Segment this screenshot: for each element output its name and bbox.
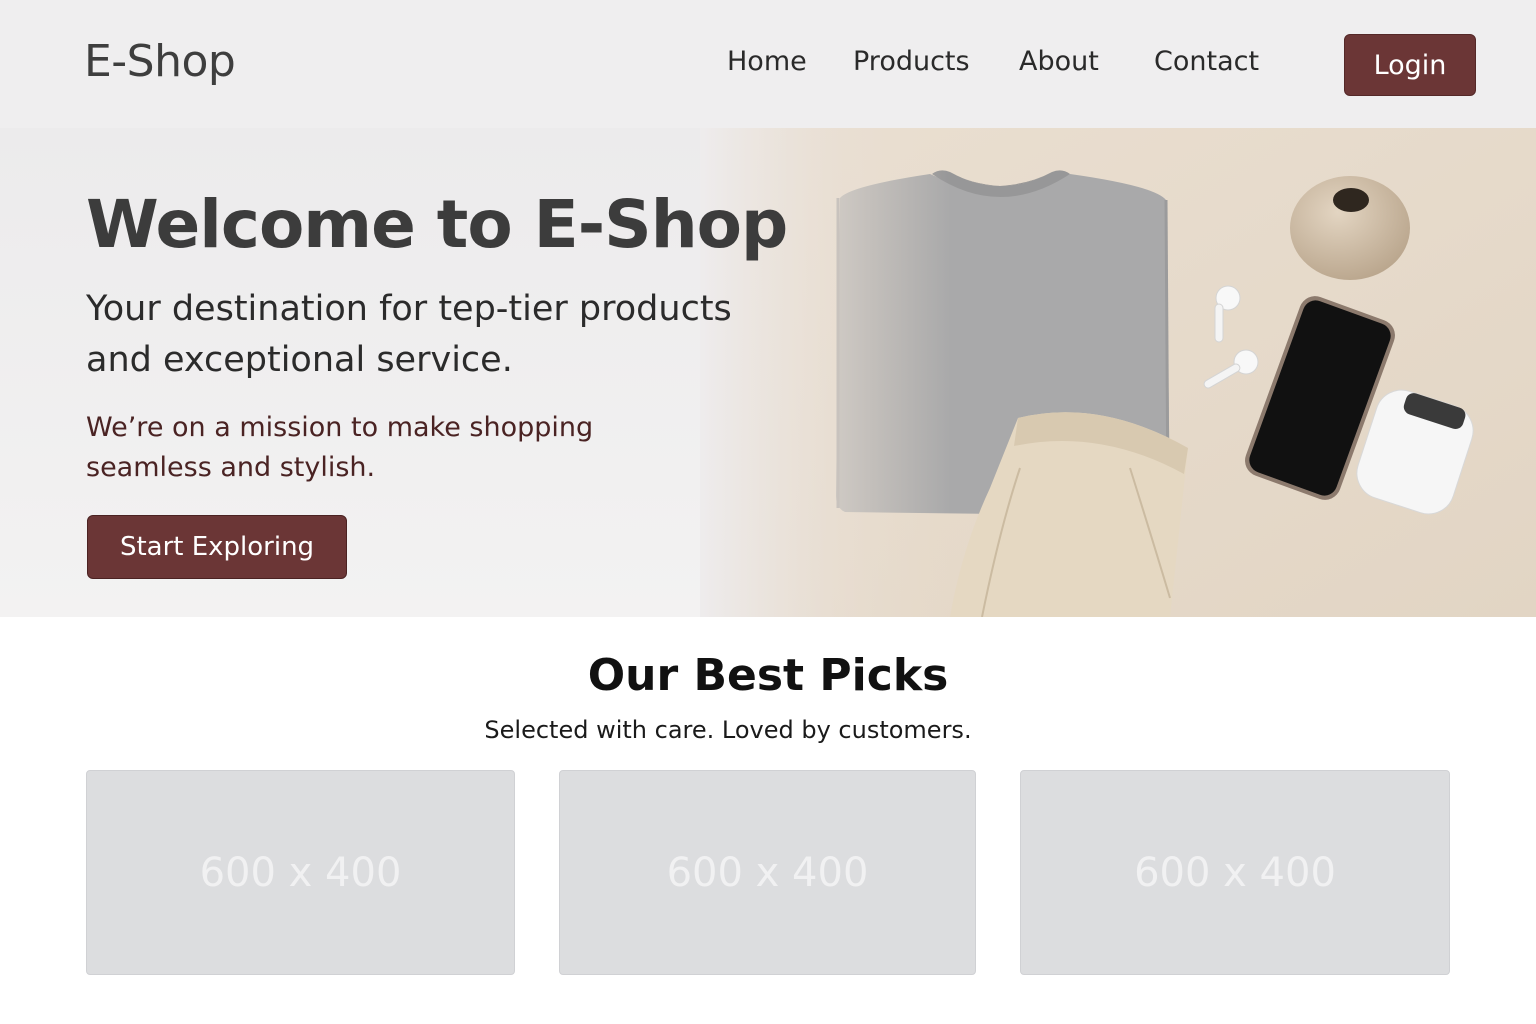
image-placeholder-label: 600 x 400 <box>1134 849 1336 896</box>
page: E-Shop Home Products About Contact Login <box>0 0 1536 1024</box>
hero-mission-text: We’re on a mission to make shopping seam… <box>86 412 594 483</box>
nav-link-products[interactable]: Products <box>853 46 970 77</box>
product-card[interactable]: 600 x 400 <box>559 770 976 975</box>
site-logo[interactable]: E-Shop <box>84 36 236 87</box>
image-placeholder-label: 600 x 400 <box>199 849 402 896</box>
hero-section: Welcome to E-Shop Your destination for t… <box>0 128 1536 617</box>
nav-link-about[interactable]: About <box>1019 46 1099 77</box>
best-picks-title: Our Best Picks <box>587 650 949 701</box>
product-card[interactable]: 600 x 400 <box>1020 770 1450 975</box>
image-placeholder-label: 600 x 400 <box>666 849 869 896</box>
nav-link-home[interactable]: Home <box>727 46 807 77</box>
best-picks-subtitle: Selected with care. Loved by customers. <box>484 716 972 744</box>
site-header: E-Shop Home Products About Contact Login <box>0 0 1536 128</box>
product-card[interactable]: 600 x 400 <box>86 770 515 975</box>
start-exploring-button[interactable]: Start Exploring <box>87 515 347 579</box>
hero-product-image <box>700 128 1536 617</box>
login-button[interactable]: Login <box>1344 34 1476 96</box>
hero-title: Welcome to E-Shop <box>86 186 788 263</box>
hero-subtitle: Your destination for tep-tier products a… <box>86 289 732 380</box>
nav-link-contact[interactable]: Contact <box>1154 46 1259 77</box>
